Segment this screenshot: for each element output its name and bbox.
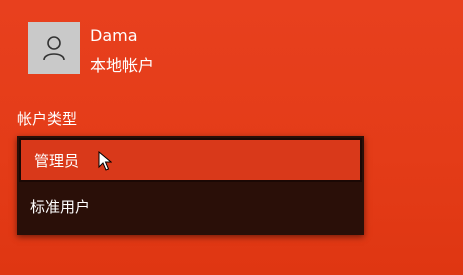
account-type-label: 帐户类型	[17, 110, 78, 128]
account-type-dropdown[interactable]: 管理员 标准用户	[17, 136, 364, 235]
account-kind-label: 本地帐户	[90, 56, 155, 75]
avatar	[28, 22, 80, 74]
option-standard-user[interactable]: 标准用户	[17, 182, 364, 230]
user-icon	[43, 36, 65, 61]
mouse-pointer-icon	[98, 151, 112, 171]
option-administrator[interactable]: 管理员	[19, 138, 362, 182]
user-name: Dama	[90, 26, 138, 45]
